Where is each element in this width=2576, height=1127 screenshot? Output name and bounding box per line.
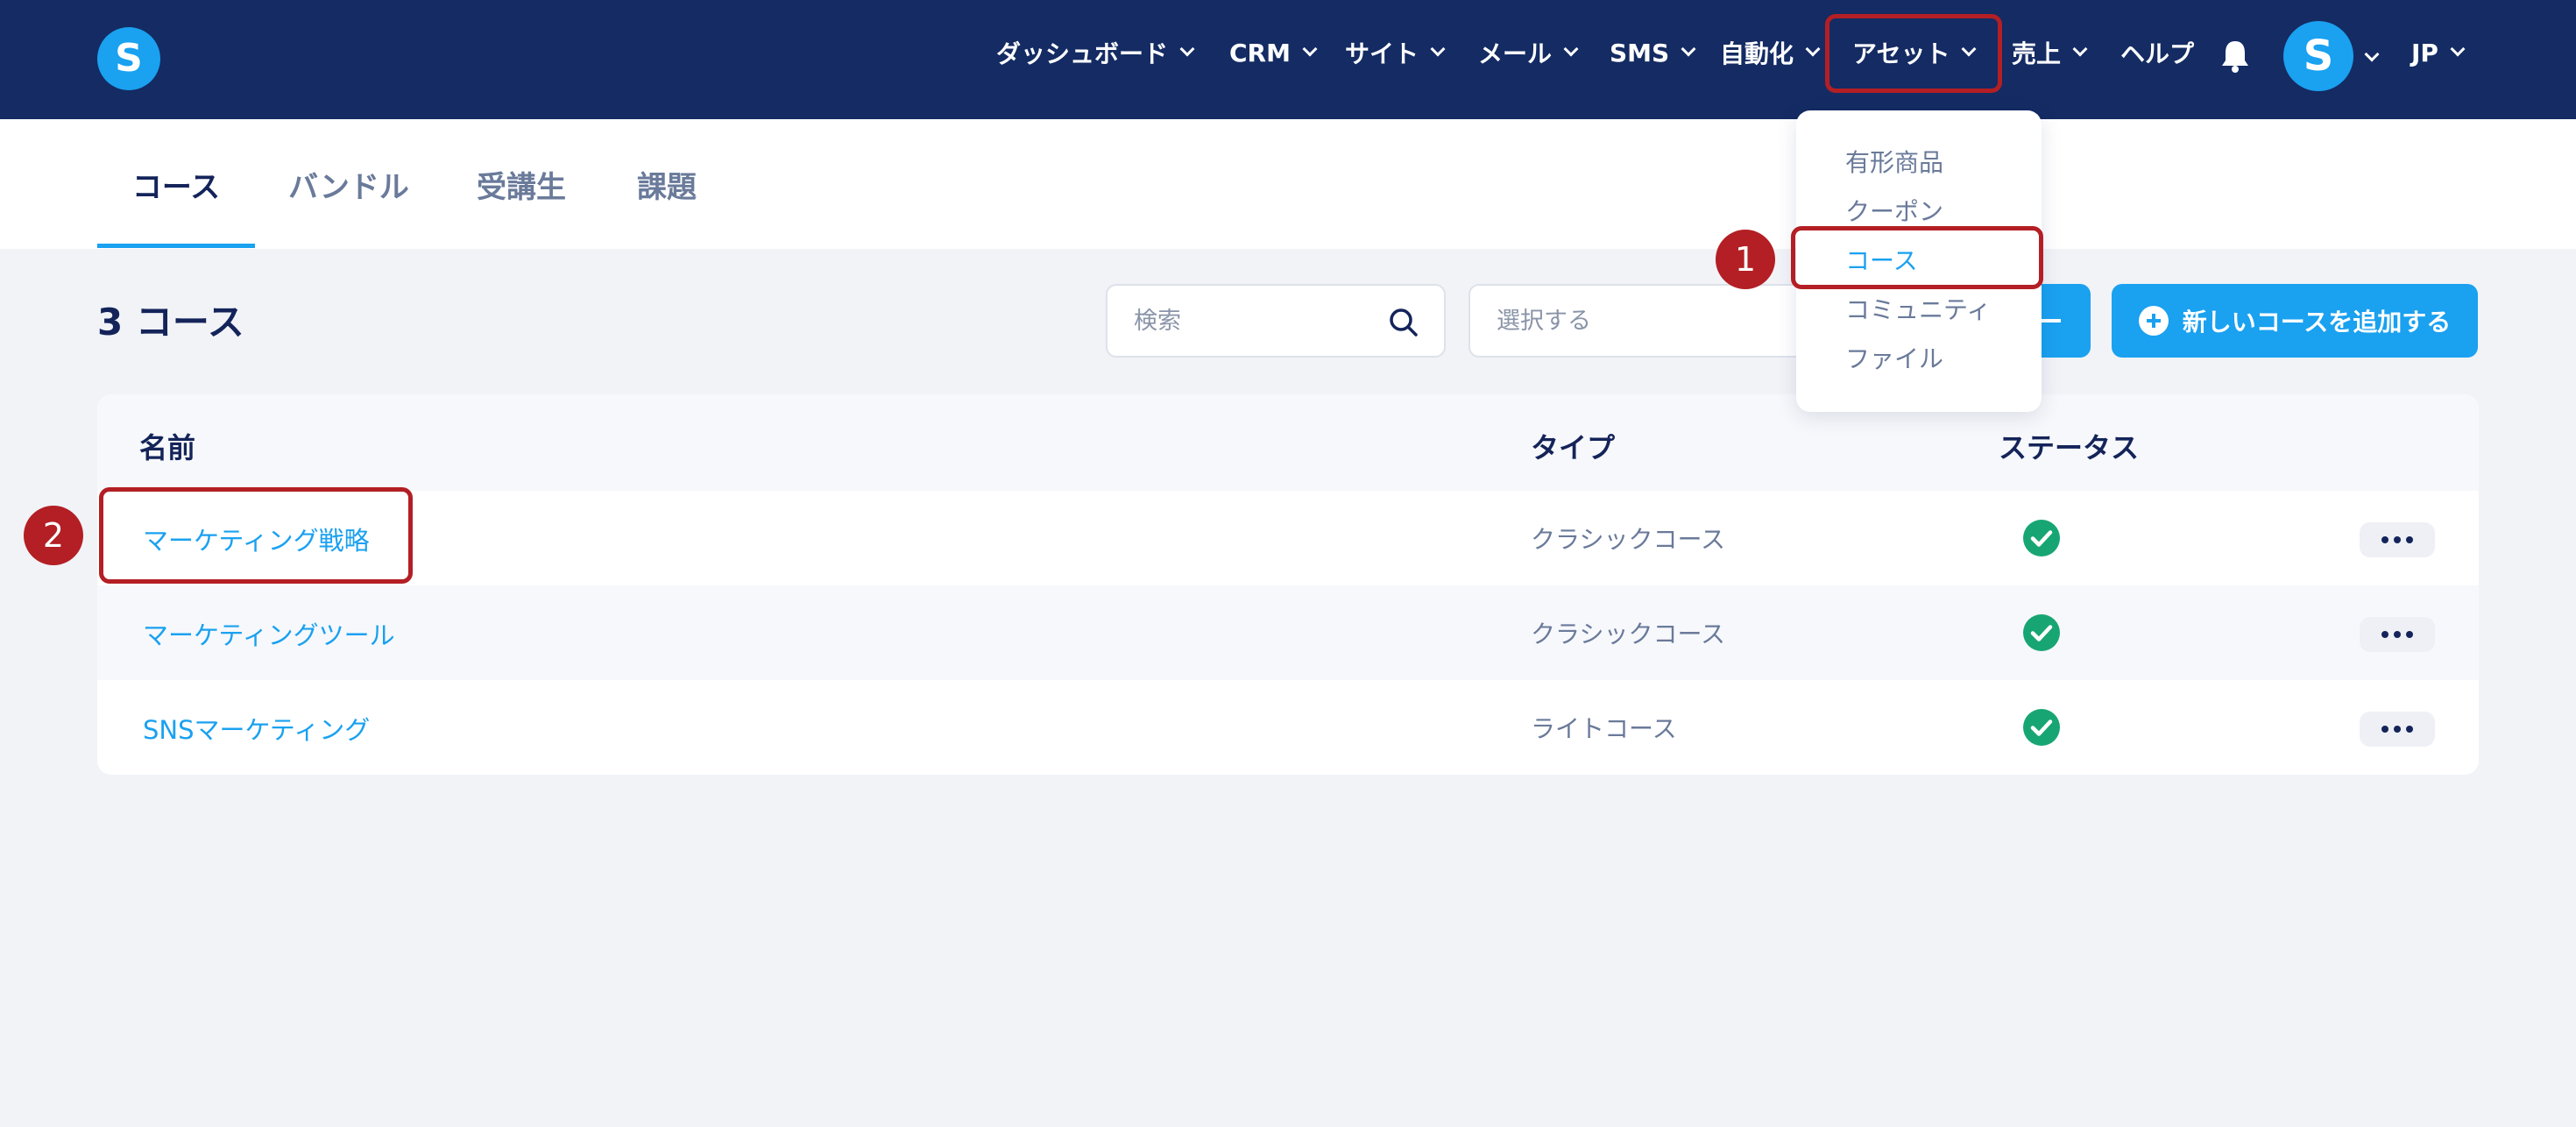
add-course-label: 新しいコースを追加する — [2182, 308, 2452, 337]
bell-icon[interactable] — [2220, 39, 2250, 74]
page-title: 3 コース — [97, 301, 244, 344]
check-circle-icon — [2023, 614, 2060, 651]
nav-item-mail[interactable]: メール — [1478, 35, 1579, 70]
tab-label: 課題 — [637, 169, 697, 205]
add-course-button[interactable]: 新しいコースを追加する — [2112, 284, 2478, 358]
nav-item-label: CRM — [1229, 38, 1291, 67]
language-label: JP — [2411, 38, 2438, 67]
tab-label: 受講生 — [477, 169, 566, 205]
nav-item-help[interactable]: ヘルプ — [2120, 35, 2194, 70]
nav-item-crm[interactable]: CRM — [1229, 35, 1318, 70]
chevron-down-icon — [1563, 41, 1579, 57]
check-circle-icon — [2023, 709, 2060, 746]
filter-select[interactable] — [1468, 284, 1836, 358]
tab-label: コース — [131, 169, 221, 205]
chevron-down-icon — [1681, 41, 1696, 57]
select-input[interactable] — [1497, 303, 1733, 338]
nav-item-label: メール — [1478, 39, 1553, 68]
menu-item-coupons[interactable]: クーポン — [1845, 193, 1943, 228]
chevron-down-icon — [2450, 41, 2466, 57]
more-options-button[interactable] — [2360, 617, 2435, 652]
active-tab-indicator — [97, 244, 255, 248]
search-field[interactable] — [1106, 284, 1446, 358]
table-row: マーケティング戦略 クラシックコース — [97, 491, 2479, 585]
minus-icon — [2042, 319, 2061, 323]
language-selector[interactable]: JP — [2411, 35, 2466, 70]
nav-item-label: SMS — [1610, 38, 1670, 67]
table-row: マーケティングツール クラシックコース — [97, 585, 2479, 680]
assets-highlight-box — [1825, 14, 2002, 93]
nav-item-label: サイト — [1345, 39, 1419, 68]
table-header: 名前 タイプ ステータス — [97, 394, 2479, 491]
column-header-type: タイプ — [1531, 431, 1616, 464]
tab-label: バンドル — [288, 169, 409, 205]
search-icon[interactable] — [1388, 307, 1419, 338]
column-header-status: ステータス — [1999, 431, 2140, 464]
top-navigation-bar: S ダッシュボード CRM サイト メール SMS 自動化 アセット 売上 ヘル… — [0, 0, 2576, 119]
course-tabs: コース バンドル 受講生 課題 — [0, 119, 2576, 249]
course-type: クラシックコース — [1531, 525, 1726, 554]
nav-item-sales[interactable]: 売上 — [2012, 35, 2088, 70]
tab-courses[interactable]: コース — [97, 119, 255, 249]
more-options-button[interactable] — [2360, 712, 2435, 747]
check-circle-icon — [2023, 520, 2060, 556]
courses-table: 名前 タイプ ステータス マーケティング戦略 クラシックコース マーケティングツ… — [97, 394, 2479, 775]
menu-item-physical-products[interactable]: 有形商品 — [1845, 144, 1943, 179]
step-marker-1: 1 — [1716, 230, 1775, 289]
tab-assignments[interactable]: 課題 — [613, 119, 720, 249]
nav-item-label: 売上 — [2012, 39, 2062, 68]
nav-item-site[interactable]: サイト — [1345, 35, 1446, 70]
course-highlight-box — [99, 487, 413, 584]
chevron-down-icon — [1430, 41, 1446, 57]
brand-logo[interactable]: S — [97, 27, 160, 90]
nav-item-automation[interactable]: 自動化 — [1720, 35, 1821, 70]
course-type: ライトコース — [1531, 714, 1677, 743]
chevron-down-icon — [1805, 41, 1821, 57]
plus-circle-icon — [2138, 306, 2169, 336]
table-row: SNSマーケティング ライトコース — [97, 680, 2479, 775]
menu-item-files[interactable]: ファイル — [1845, 340, 1943, 375]
nav-item-label: 自動化 — [1720, 39, 1794, 68]
step-marker-2: 2 — [24, 506, 83, 565]
more-options-button[interactable] — [2360, 522, 2435, 557]
nav-item-dashboard[interactable]: ダッシュボード — [996, 35, 1195, 70]
user-avatar[interactable]: S — [2283, 21, 2353, 91]
course-name-link[interactable]: SNSマーケティング — [143, 710, 370, 747]
column-header-name: 名前 — [139, 431, 196, 464]
chevron-down-icon — [1179, 41, 1195, 57]
tab-bundles[interactable]: バンドル — [272, 119, 426, 249]
menu-item-community[interactable]: コミュニティ — [1845, 291, 1991, 326]
nav-item-label: ヘルプ — [2120, 39, 2195, 68]
search-input[interactable] — [1134, 303, 1370, 338]
courses-menu-highlight-box — [1791, 226, 2043, 289]
chevron-down-icon — [1302, 41, 1318, 57]
chevron-down-icon — [2072, 41, 2088, 57]
nav-item-label: ダッシュボード — [996, 39, 1169, 68]
course-name-link[interactable]: マーケティングツール — [143, 615, 395, 652]
chevron-down-icon[interactable] — [2364, 46, 2380, 62]
course-type: クラシックコース — [1531, 620, 1726, 649]
nav-item-sms[interactable]: SMS — [1610, 35, 1696, 70]
tab-students[interactable]: 受講生 — [456, 119, 587, 249]
